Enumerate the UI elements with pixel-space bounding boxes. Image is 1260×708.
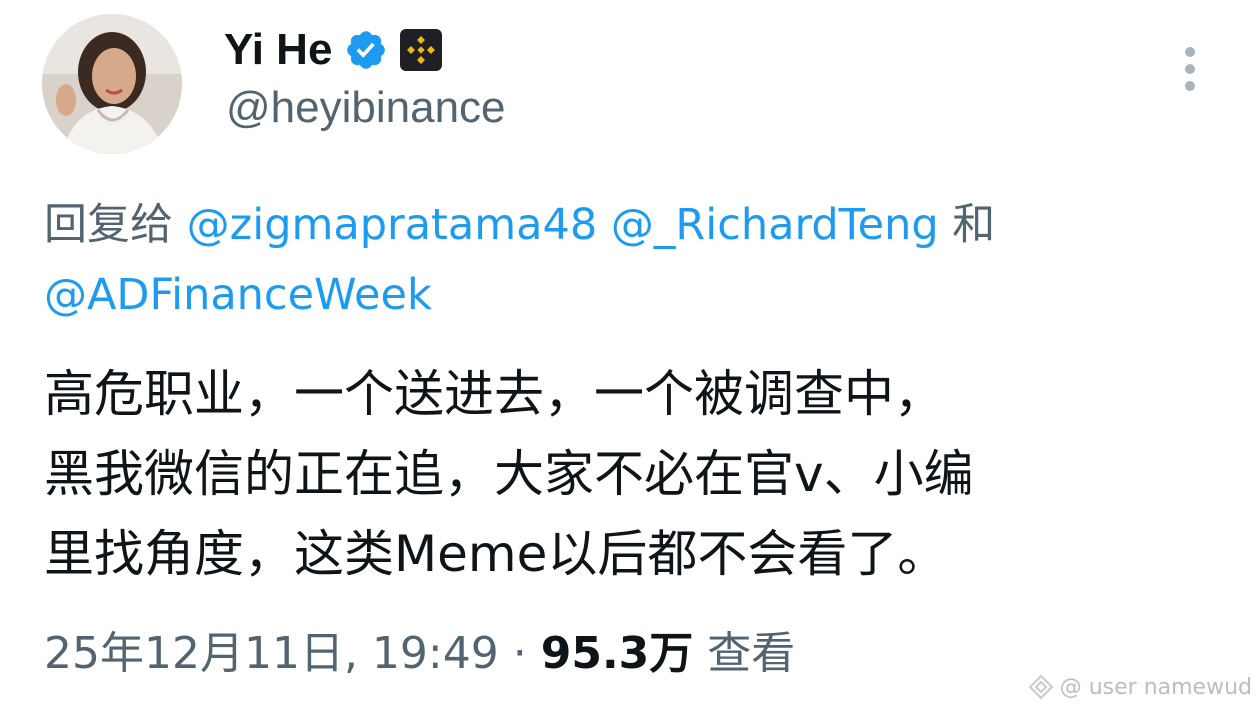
binance-diamond-icon	[407, 36, 436, 64]
display-name[interactable]: Yi He	[224, 28, 332, 72]
avatar-image	[42, 14, 182, 154]
watermark-logo-icon	[1028, 674, 1054, 700]
more-dot-icon	[1185, 64, 1195, 74]
mention-link[interactable]: @ADFinanceWeek	[44, 270, 432, 320]
more-dot-icon	[1185, 81, 1195, 91]
reply-prefix: 回复给	[44, 200, 187, 250]
meta-separator: ·	[498, 628, 541, 679]
verified-badge-icon[interactable]	[344, 28, 388, 72]
more-options-button[interactable]	[1168, 40, 1212, 98]
reply-conjunction: 和	[938, 200, 996, 250]
reply-context: 回复给 @zigmapratama48 @_RichardTeng 和 @ADF…	[44, 190, 1224, 330]
avatar[interactable]	[42, 14, 182, 154]
tweet-meta: 25年12月11日, 19:49 · 95.3万 查看	[44, 622, 795, 686]
mention-link[interactable]: @_RichardTeng	[611, 200, 939, 250]
more-dot-icon	[1185, 47, 1195, 57]
tweet-text: 高危职业，一个送进去，一个被调查中， 黑我微信的正在追，大家不必在官v、小编 里…	[44, 365, 974, 583]
mention-link[interactable]: @zigmapratama48	[187, 200, 598, 250]
binance-logo-icon[interactable]	[400, 29, 443, 71]
author-name-row: Yi He	[224, 20, 443, 80]
timestamp-link[interactable]: 25年12月11日, 19:49	[44, 628, 499, 679]
author-handle[interactable]: @heyibinance	[226, 82, 506, 135]
views-label: 查看	[693, 628, 796, 679]
views-count[interactable]: 95.3万	[541, 628, 694, 679]
watermark: @ user namewud	[1028, 674, 1252, 700]
watermark-text: @ user namewud	[1059, 674, 1252, 700]
